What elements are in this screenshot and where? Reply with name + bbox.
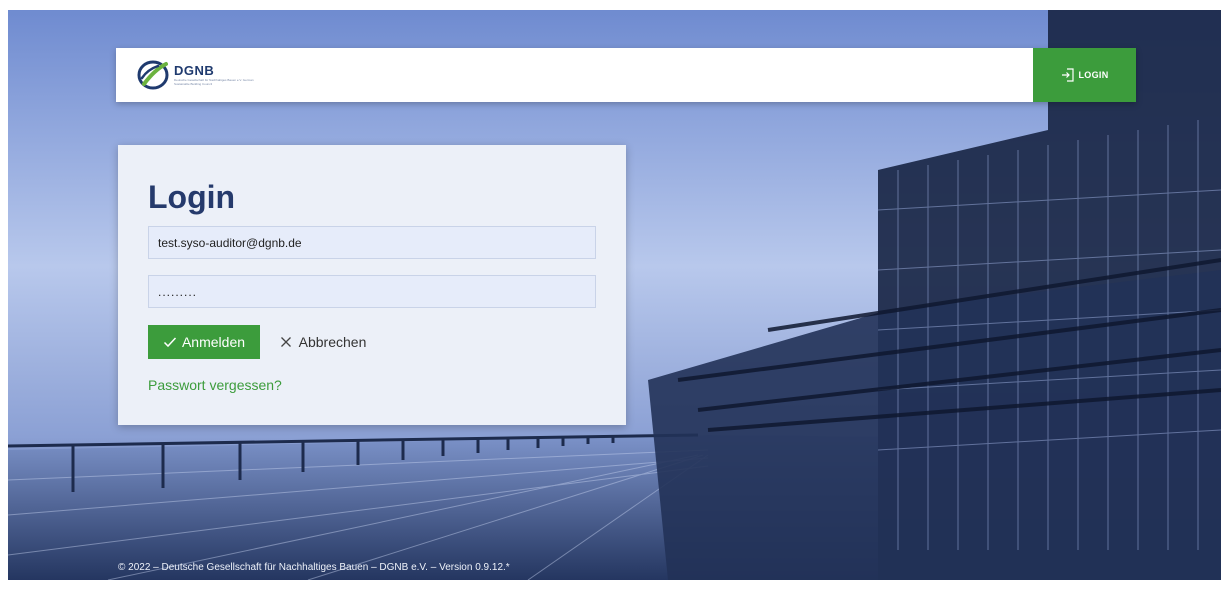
close-icon: [280, 337, 291, 347]
top-header: DGNB Deutsche Gesellschaft für Nachhalti…: [116, 48, 1136, 102]
login-title: Login: [148, 179, 236, 215]
abbrechen-label: Abbrechen: [298, 334, 367, 350]
dgnb-logo-icon: [137, 60, 169, 90]
footer-copyright: © 2022 – Deutsche Gesellschaft für Nachh…: [118, 562, 510, 573]
anmelden-button[interactable]: Anmelden: [148, 325, 260, 359]
brand-name: DGNB: [174, 63, 215, 78]
login-page: DGNB Deutsche Gesellschaft für Nachhalti…: [8, 10, 1221, 580]
login-icon: [1061, 68, 1074, 82]
header-login-label: LOGIN: [1078, 70, 1109, 80]
password-field[interactable]: [148, 275, 596, 308]
brand-tagline: Deutsche Gesellschaft für Nachhaltiges B…: [174, 78, 254, 86]
email-field[interactable]: [148, 226, 596, 259]
login-card: Login Anmelden Abbrechen Passwort verges…: [118, 145, 626, 425]
check-icon: [163, 337, 177, 348]
anmelden-label: Anmelden: [181, 334, 246, 350]
forgot-password-link[interactable]: Passwort vergessen?: [148, 377, 282, 393]
dgnb-logo[interactable]: DGNB Deutsche Gesellschaft für Nachhalti…: [136, 58, 264, 92]
header-login-button[interactable]: LOGIN: [1033, 48, 1136, 102]
abbrechen-button[interactable]: Abbrechen: [268, 325, 378, 359]
